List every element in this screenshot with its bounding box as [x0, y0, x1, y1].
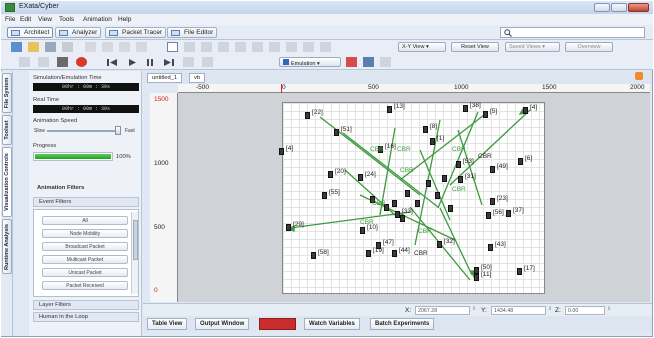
network-node[interactable]: [358, 174, 363, 181]
node-label: [55]: [329, 189, 340, 196]
network-node[interactable]: [360, 227, 365, 234]
tab-table-view[interactable]: Table View: [147, 318, 188, 330]
cbr-flow-label: CBR: [372, 200, 386, 207]
node-label: [24]: [365, 171, 376, 178]
node-label: [6]: [525, 155, 533, 162]
network-node[interactable]: [405, 190, 410, 197]
x-coord-field[interactable]: 2067.28: [415, 306, 470, 315]
node-label: [44]: [399, 247, 410, 254]
network-node[interactable]: [387, 106, 392, 113]
node-label: [49]: [497, 163, 508, 170]
cbr-link: [457, 129, 483, 206]
x-coord-label: X:: [405, 307, 412, 314]
node-label: [32]: [444, 238, 455, 245]
node-label: [5]: [490, 108, 498, 115]
node-label: [51]: [341, 126, 352, 133]
node-label: [53]: [463, 158, 474, 165]
bottom-tab-bar: Table View Output Window Error Log Watch…: [143, 316, 652, 331]
network-node[interactable]: [415, 200, 420, 207]
network-node[interactable]: [448, 205, 453, 212]
cbr-flow-label: CBR: [478, 153, 492, 160]
cbr-flow-label: CBR: [452, 146, 466, 153]
node-label: [19]: [373, 247, 384, 254]
network-node[interactable]: [392, 200, 397, 207]
network-node[interactable]: [400, 215, 405, 222]
node-label: [20]: [335, 168, 346, 175]
z-coord-stepper[interactable]: ⇕: [607, 306, 611, 312]
node-label: [37]: [513, 207, 524, 214]
network-node[interactable]: [328, 171, 333, 178]
cbr-flow-label: CBR: [418, 228, 432, 235]
node-label: [17]: [524, 265, 535, 272]
cbr-flow-label: CBR: [370, 146, 384, 153]
network-node[interactable]: [366, 250, 371, 257]
network-node[interactable]: [334, 129, 339, 136]
network-node[interactable]: [523, 107, 528, 114]
coordinate-status-bar: X: 2067.28 ⇕ Y: 1434.48 ⇕ Z: 0.00 ⇕: [143, 303, 652, 316]
node-label: [29]: [293, 221, 304, 228]
network-node[interactable]: [305, 112, 310, 119]
network-node[interactable]: [442, 175, 447, 182]
links-layer: [287, 107, 531, 281]
node-label: [33]: [402, 208, 413, 215]
network-node[interactable]: [463, 105, 468, 112]
cbr-flow-label: CBR: [400, 167, 414, 174]
node-label: [4]: [286, 145, 294, 152]
tab-error-log[interactable]: Error Log: [259, 318, 297, 330]
node-label: [8]: [430, 123, 438, 130]
tab-watch-variables[interactable]: Watch Variables: [304, 318, 360, 330]
network-node[interactable]: [518, 158, 523, 165]
network-node[interactable]: [392, 250, 397, 257]
network-node[interactable]: [490, 166, 495, 173]
node-label: [47]: [383, 239, 394, 246]
y-coord-field[interactable]: 1434.48: [491, 306, 546, 315]
tab-batch-experiments[interactable]: Batch Experiments: [370, 318, 435, 330]
node-label: [13]: [394, 103, 405, 110]
network-node[interactable]: [490, 198, 495, 205]
network-node[interactable]: [488, 244, 493, 251]
cbr-flow-label: CBR: [397, 146, 411, 153]
cbr-link: [289, 211, 411, 229]
network-node[interactable]: [486, 212, 491, 219]
network-node[interactable]: [474, 274, 479, 281]
network-node[interactable]: [430, 138, 435, 145]
tab-output-window[interactable]: Output Window: [195, 318, 250, 330]
network-node[interactable]: [311, 252, 316, 259]
node-label: [38]: [470, 102, 481, 109]
network-node[interactable]: [437, 241, 442, 248]
network-node[interactable]: [517, 268, 522, 275]
node-label: [56]: [493, 209, 504, 216]
network-node[interactable]: [279, 148, 284, 155]
cbr-flow-label: CBR: [360, 219, 374, 226]
z-coord-label: Z:: [555, 307, 561, 314]
y-coord-stepper[interactable]: ⇕: [548, 306, 552, 312]
y-coord-label: Y:: [481, 307, 487, 314]
network-node[interactable]: [423, 126, 428, 133]
node-label: [43]: [495, 241, 506, 248]
node-label: [58]: [318, 249, 329, 256]
network-node[interactable]: [286, 224, 291, 231]
network-node[interactable]: [426, 180, 431, 187]
network-node[interactable]: [474, 267, 479, 274]
network-node[interactable]: [506, 210, 511, 217]
z-coord-field[interactable]: 0.00: [565, 306, 605, 315]
network-node[interactable]: [456, 161, 461, 168]
network-node[interactable]: [322, 192, 327, 199]
network-node[interactable]: [435, 192, 440, 199]
cbr-flow-label: CBR: [452, 186, 466, 193]
node-label: [22]: [312, 109, 323, 116]
node-label: [23]: [497, 195, 508, 202]
node-label: [31]: [465, 173, 476, 180]
cbr-flow-label: CBR: [414, 250, 428, 257]
x-coord-stepper[interactable]: ⇕: [472, 306, 476, 312]
node-label: [4]: [530, 104, 538, 111]
network-node[interactable]: [483, 111, 488, 118]
node-label: [11]: [481, 271, 492, 278]
node-label: [50]: [481, 264, 492, 271]
network-node[interactable]: [458, 176, 463, 183]
node-label: [16]: [385, 143, 396, 150]
node-label: [1]: [437, 135, 445, 142]
cbr-link: [419, 149, 451, 221]
